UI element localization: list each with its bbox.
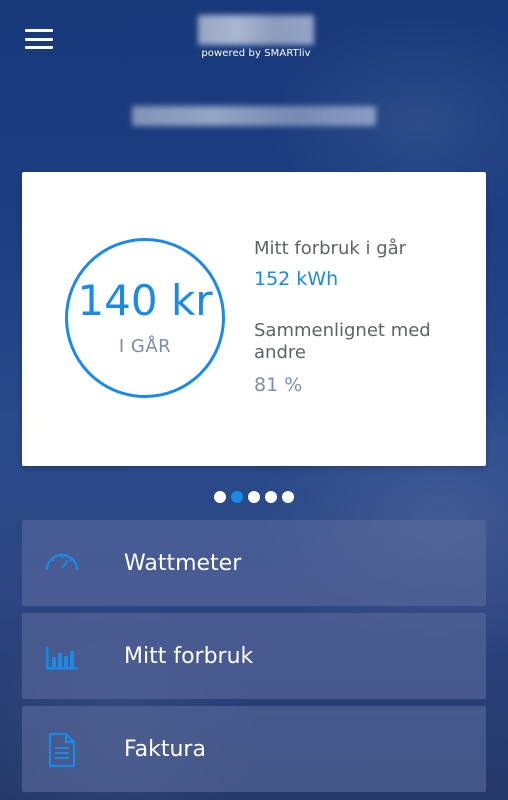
page-dot-1[interactable] — [214, 491, 226, 503]
nav-item-wattmeter[interactable]: Wattmeter — [22, 520, 486, 606]
page-dot-5[interactable] — [282, 491, 294, 503]
logo-image-blurred — [198, 15, 314, 45]
powered-by-text: powered by SMARTliv — [201, 48, 311, 59]
logo: powered by SMARTliv — [196, 15, 316, 59]
gauge-icon — [45, 553, 79, 571]
carousel-pagination — [0, 491, 508, 503]
summary-card[interactable]: 140 kr I GÅR Mitt forbruk i går 152 kWh … — [22, 172, 486, 466]
period-label: I GÅR — [118, 335, 172, 357]
comparison-value: 81 % — [254, 374, 303, 396]
page-dot-2-active[interactable] — [231, 491, 243, 503]
bar-chart-icon — [46, 647, 78, 670]
page-dot-3[interactable] — [248, 491, 260, 503]
nav-item-faktura[interactable]: Faktura — [22, 706, 486, 792]
page-dot-4[interactable] — [265, 491, 277, 503]
comparison-label: Sammenlignet med andre — [254, 320, 431, 363]
document-icon — [48, 732, 76, 768]
nav-label-mitt-forbruk: Mitt forbruk — [124, 643, 254, 669]
account-info-blurred — [132, 106, 376, 126]
nav-label-faktura: Faktura — [124, 736, 206, 762]
hamburger-menu-icon[interactable] — [25, 29, 53, 49]
consumption-value: 152 kWh — [254, 268, 339, 290]
cost-amount: 140 kr — [77, 275, 213, 325]
nav-label-wattmeter: Wattmeter — [124, 550, 242, 576]
stats-panel: Mitt forbruk i går 152 kWh Sammenlignet … — [254, 238, 474, 396]
cost-ring: 140 kr I GÅR — [65, 238, 225, 398]
nav-item-mitt-forbruk[interactable]: Mitt forbruk — [22, 613, 486, 699]
consumption-label: Mitt forbruk i går — [254, 238, 407, 259]
